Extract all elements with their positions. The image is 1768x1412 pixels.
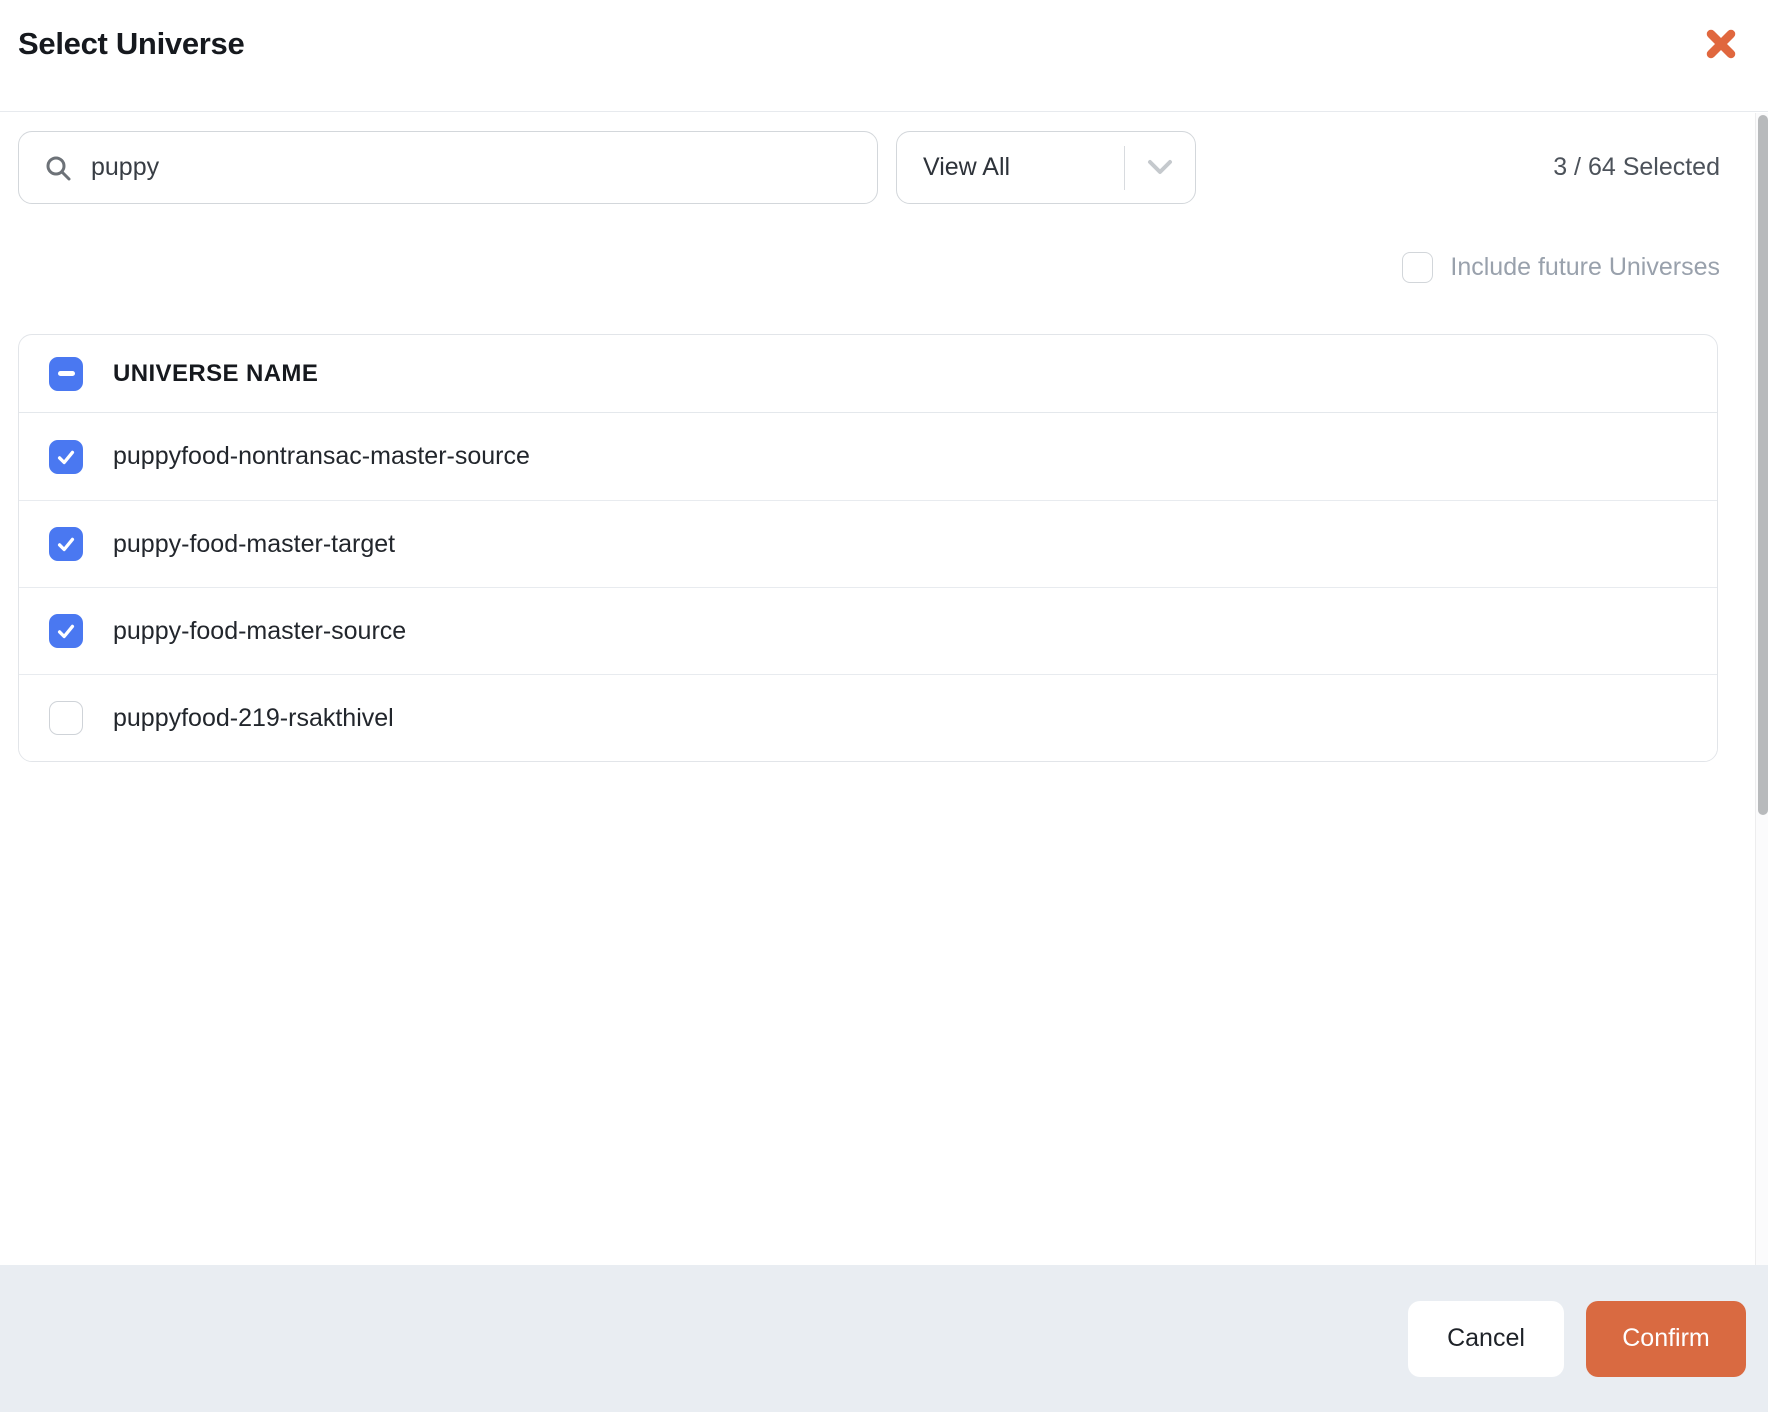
view-filter-value: View All (923, 153, 1011, 181)
search-box[interactable] (18, 131, 878, 204)
search-icon (43, 153, 73, 183)
chevron-down-icon (1125, 158, 1195, 178)
include-future-checkbox[interactable] (1402, 252, 1434, 283)
include-future-universes-toggle[interactable]: Include future Universes (1402, 252, 1720, 283)
search-input[interactable] (91, 132, 853, 203)
close-icon (1702, 25, 1740, 66)
universe-table: UNIVERSE NAME puppyfood-nontransac-maste… (18, 334, 1718, 762)
selection-count: 3 / 64 Selected (1553, 153, 1720, 181)
view-filter-dropdown[interactable]: View All (896, 131, 1196, 204)
table-row[interactable]: puppy-food-master-target (19, 500, 1717, 587)
scrollbar-track[interactable] (1755, 113, 1768, 1265)
select-all-checkbox[interactable] (49, 356, 83, 391)
close-button[interactable] (1700, 24, 1742, 66)
row-checkbox[interactable] (49, 614, 83, 648)
toolbar: View All 3 / 64 Selected (18, 131, 1720, 204)
select-universe-modal: Select Universe View All (0, 0, 1768, 1412)
universe-name: puppy-food-master-source (113, 616, 407, 645)
modal-title: Select Universe (18, 26, 245, 61)
modal-footer: Cancel Confirm (0, 1265, 1768, 1412)
table-row[interactable]: puppyfood-219-rsakthivel (19, 674, 1717, 761)
universe-name: puppyfood-nontransac-master-source (113, 442, 530, 470)
universe-name: puppyfood-219-rsakthivel (113, 703, 394, 732)
table-row[interactable]: puppyfood-nontransac-master-source (19, 413, 1717, 500)
cancel-button[interactable]: Cancel (1408, 1300, 1564, 1377)
row-checkbox[interactable] (49, 701, 83, 735)
scrollbar-thumb[interactable] (1757, 115, 1768, 815)
table-row[interactable]: puppy-food-master-source (19, 587, 1717, 674)
row-checkbox[interactable] (49, 527, 83, 561)
universe-name-column-header: UNIVERSE NAME (113, 359, 319, 387)
table-header-row: UNIVERSE NAME (19, 335, 1717, 413)
include-future-label: Include future Universes (1450, 253, 1720, 281)
confirm-button[interactable]: Confirm (1586, 1300, 1746, 1377)
modal-header: Select Universe (0, 0, 1768, 112)
universe-name: puppy-food-master-target (113, 529, 396, 558)
row-checkbox[interactable] (49, 439, 83, 474)
minus-icon (57, 371, 75, 376)
